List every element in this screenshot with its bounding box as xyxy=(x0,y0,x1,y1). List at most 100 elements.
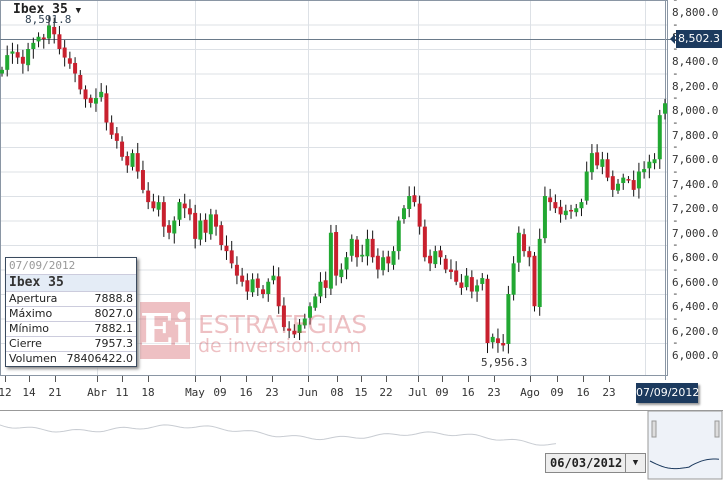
candle[interactable] xyxy=(328,224,333,295)
candle[interactable] xyxy=(177,198,182,227)
candle[interactable] xyxy=(490,333,495,349)
candle[interactable] xyxy=(261,285,266,299)
candle[interactable] xyxy=(522,228,527,257)
candle[interactable] xyxy=(172,216,177,244)
candle[interactable] xyxy=(187,199,192,221)
candle[interactable] xyxy=(448,259,453,280)
candle[interactable] xyxy=(511,256,516,301)
candle[interactable] xyxy=(475,279,480,302)
candle[interactable] xyxy=(506,285,511,354)
candle[interactable] xyxy=(636,162,641,199)
candle[interactable] xyxy=(652,153,657,170)
navigator-handle[interactable] xyxy=(651,420,657,438)
candle[interactable] xyxy=(224,235,229,260)
candle[interactable] xyxy=(454,261,459,286)
candle[interactable] xyxy=(130,149,135,171)
candle[interactable] xyxy=(428,249,433,272)
candle[interactable] xyxy=(203,213,208,243)
candle[interactable] xyxy=(563,204,568,220)
candle[interactable] xyxy=(193,204,198,249)
candle[interactable] xyxy=(396,216,401,260)
candle[interactable] xyxy=(302,313,307,329)
candle[interactable] xyxy=(266,278,271,302)
candle[interactable] xyxy=(20,49,25,74)
candle[interactable] xyxy=(135,142,140,179)
candle[interactable] xyxy=(574,203,579,217)
candle[interactable] xyxy=(386,250,391,273)
candle[interactable] xyxy=(15,44,20,64)
candle[interactable] xyxy=(663,98,667,120)
candle[interactable] xyxy=(334,225,339,286)
candle[interactable] xyxy=(36,32,41,48)
candle[interactable] xyxy=(120,136,125,161)
candle[interactable] xyxy=(354,236,359,267)
candle[interactable] xyxy=(255,273,260,296)
candle[interactable] xyxy=(589,144,594,180)
candle[interactable] xyxy=(234,256,239,285)
candle[interactable] xyxy=(621,173,626,190)
candle[interactable] xyxy=(631,170,636,197)
candle[interactable] xyxy=(375,248,380,279)
candle[interactable] xyxy=(605,152,610,182)
candle[interactable] xyxy=(88,94,93,108)
candle[interactable] xyxy=(548,188,553,211)
candle[interactable] xyxy=(250,273,255,297)
candle[interactable] xyxy=(271,265,276,285)
candle[interactable] xyxy=(579,198,584,217)
candle[interactable] xyxy=(339,263,344,284)
candle[interactable] xyxy=(31,37,36,59)
candle[interactable] xyxy=(407,186,412,218)
candle[interactable] xyxy=(558,199,563,223)
candle[interactable] xyxy=(537,228,542,316)
candle[interactable] xyxy=(245,273,250,300)
candle[interactable] xyxy=(459,274,464,295)
candle[interactable] xyxy=(83,85,88,108)
candle[interactable] xyxy=(292,324,297,338)
candle[interactable] xyxy=(626,176,631,184)
candle[interactable] xyxy=(5,45,10,77)
candle[interactable] xyxy=(344,251,349,280)
candle[interactable] xyxy=(381,250,386,276)
candle[interactable] xyxy=(610,170,615,197)
navigator-date-select[interactable]: 06/03/2012 ▼ xyxy=(545,453,646,473)
candle[interactable] xyxy=(600,151,605,175)
candle[interactable] xyxy=(360,244,365,263)
candle[interactable] xyxy=(198,213,203,246)
candle[interactable] xyxy=(208,208,213,240)
candle[interactable] xyxy=(276,267,281,314)
candle[interactable] xyxy=(349,234,354,262)
candle[interactable] xyxy=(62,40,67,67)
candle[interactable] xyxy=(104,85,109,131)
candle[interactable] xyxy=(516,226,521,272)
candle[interactable] xyxy=(167,220,172,240)
candle[interactable] xyxy=(318,272,323,304)
candle[interactable] xyxy=(140,160,145,194)
candle[interactable] xyxy=(412,186,417,207)
candle[interactable] xyxy=(365,229,370,266)
candle[interactable] xyxy=(313,293,318,311)
candle[interactable] xyxy=(297,318,302,341)
navigator-handle[interactable] xyxy=(714,420,720,438)
candle[interactable] xyxy=(480,273,485,291)
candle[interactable] xyxy=(73,57,78,83)
candle[interactable] xyxy=(532,251,537,312)
candle[interactable] xyxy=(146,182,151,210)
candle[interactable] xyxy=(41,33,46,49)
candle[interactable] xyxy=(433,245,438,269)
candle[interactable] xyxy=(438,245,443,265)
candle[interactable] xyxy=(553,194,558,214)
navigator-window[interactable] xyxy=(647,410,723,480)
candle[interactable] xyxy=(391,246,396,270)
candle[interactable] xyxy=(10,42,15,64)
candle[interactable] xyxy=(114,127,119,149)
candle[interactable] xyxy=(125,151,130,173)
candle[interactable] xyxy=(569,204,574,219)
candle[interactable] xyxy=(281,297,286,331)
candle[interactable] xyxy=(657,109,662,169)
candle[interactable] xyxy=(161,196,166,237)
candle[interactable] xyxy=(647,154,652,179)
candle[interactable] xyxy=(584,161,589,205)
candle[interactable] xyxy=(156,195,161,217)
candle[interactable] xyxy=(464,268,469,291)
candle[interactable] xyxy=(26,42,31,72)
